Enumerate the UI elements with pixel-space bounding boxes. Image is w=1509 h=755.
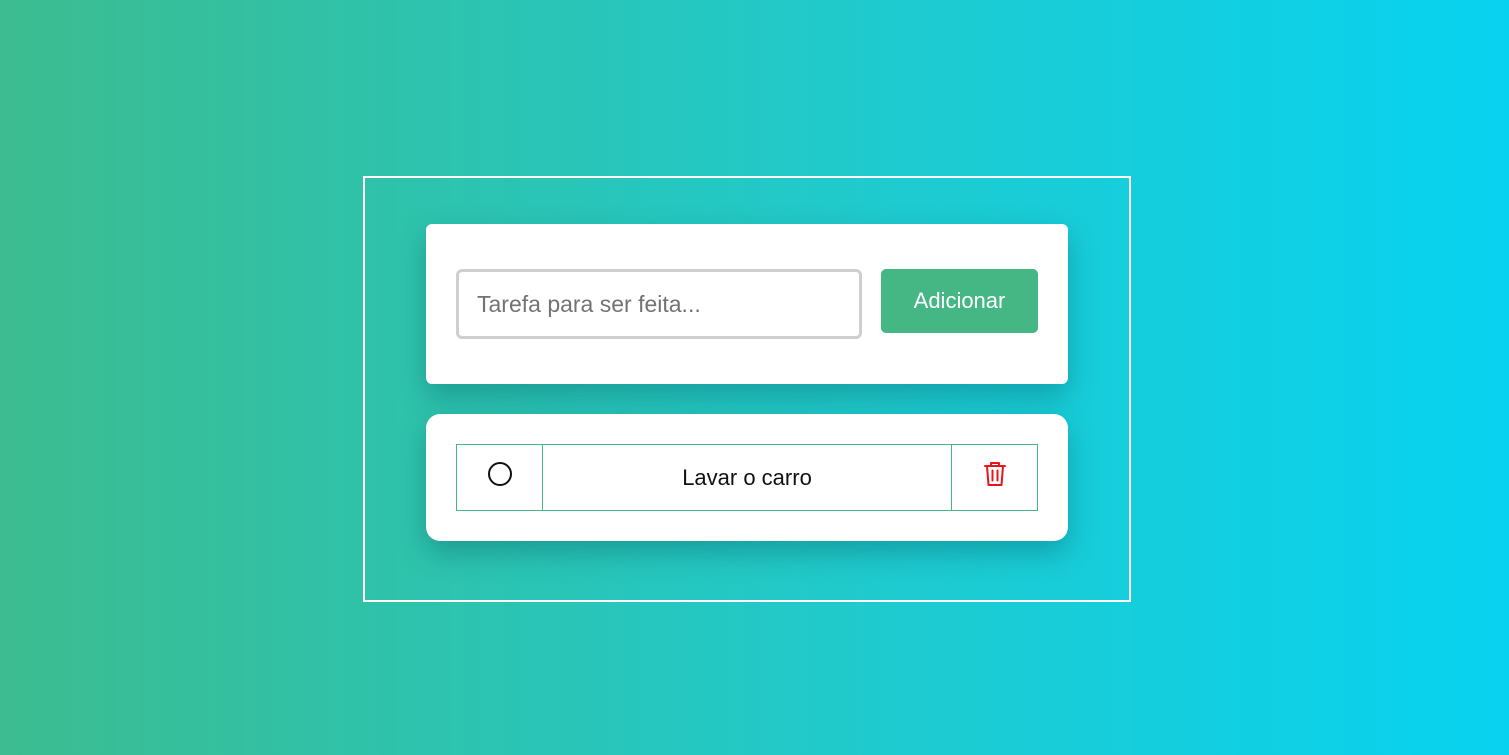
task-input[interactable] [456, 269, 862, 339]
circle-outline-icon [487, 462, 512, 486]
trash-icon [983, 461, 1006, 486]
add-task-card: Adicionar [426, 224, 1068, 384]
task-list-card: Lavar o carro [426, 414, 1068, 541]
task-row: Lavar o carro [456, 444, 1038, 511]
delete-button[interactable] [951, 444, 1038, 511]
task-text: Lavar o carro [543, 444, 951, 511]
add-button[interactable]: Adicionar [881, 269, 1038, 333]
complete-toggle-button[interactable] [456, 444, 543, 511]
